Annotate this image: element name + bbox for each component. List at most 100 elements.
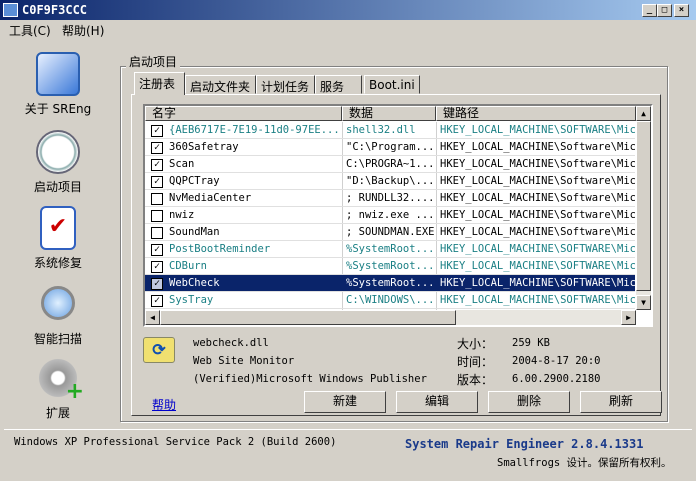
startup-list[interactable]: 名字 数据 键路径 ✓ {AEB6717E-7E19-11d0-97EE... … xyxy=(143,104,653,327)
row-data: shell32.dll xyxy=(346,124,416,136)
table-row[interactable]: ✓ {AEB6717E-7E19-11d0-97EE... shell32.dl… xyxy=(145,122,635,139)
tab-registry[interactable]: 注册表 xyxy=(134,72,185,95)
tab-scheduled-tasks[interactable]: 计划任务 xyxy=(256,75,315,94)
row-name: NvMediaCenter xyxy=(169,192,252,204)
table-row[interactable]: ✓ PostBootReminder %SystemRoot... HKEY_L… xyxy=(145,241,635,258)
sidebar-item-startup[interactable]: 启动项目 xyxy=(18,130,98,195)
column-header-path[interactable]: 键路径 xyxy=(436,106,636,121)
edit-button[interactable]: 编辑 xyxy=(396,391,478,413)
row-path: HKEY_LOCAL_MACHINE\SOFTWARE\Micr xyxy=(440,260,635,272)
row-checkbox[interactable]: ✓ xyxy=(151,295,163,307)
new-button[interactable]: 新建 xyxy=(304,391,386,413)
table-row[interactable]: ✓ Scan C:\PROGRA~1... HKEY_LOCAL_MACHINE… xyxy=(145,156,635,173)
row-path: HKEY_LOCAL_MACHINE\SOFTWARE\Micr xyxy=(440,277,635,289)
sidebar-label: 系统修复 xyxy=(33,256,82,270)
copyright: Smallfrogs 设计。保留所有权利。 xyxy=(497,457,672,469)
os-info: Windows XP Professional Service Pack 2 (… xyxy=(14,436,337,448)
sidebar-label: 关于 SREng xyxy=(24,102,92,116)
time-value: 2004-8-17 20:0 xyxy=(512,355,601,367)
row-data: ; RUNDLL32.... xyxy=(346,192,434,204)
status-divider xyxy=(4,429,692,430)
scroll-left-button[interactable]: ◀ xyxy=(145,310,160,325)
version-value: 6.00.2900.2180 xyxy=(512,373,601,385)
column-header-name[interactable]: 名字 xyxy=(145,106,342,121)
app-icon xyxy=(3,3,18,17)
row-data: C:\WINDOWS\... xyxy=(346,294,434,306)
table-row[interactable]: SoundMan ; SOUNDMAN.EXE HKEY_LOCAL_MACHI… xyxy=(145,224,635,241)
row-path: HKEY_LOCAL_MACHINE\SOFTWARE\Micr xyxy=(440,243,635,255)
sidebar-item-scan[interactable]: 智能扫描 xyxy=(18,282,98,347)
sidebar-item-about[interactable]: 关于 SREng xyxy=(18,52,98,117)
delete-button[interactable]: 删除 xyxy=(488,391,570,413)
minimize-button[interactable]: _ xyxy=(642,4,657,17)
scroll-up-button[interactable]: ▲ xyxy=(636,106,651,121)
detail-publisher: (Verified)Microsoft Windows Publisher xyxy=(193,373,427,385)
row-checkbox[interactable] xyxy=(151,193,163,205)
row-name: Scan xyxy=(169,158,195,170)
table-row[interactable]: ✓ CDBurn %SystemRoot... HKEY_LOCAL_MACHI… xyxy=(145,258,635,275)
row-data: %SystemRoot... xyxy=(346,243,434,255)
tools-icon xyxy=(36,52,80,96)
row-data: %SystemRoot... xyxy=(346,277,434,289)
row-checkbox[interactable]: ✓ xyxy=(151,125,163,137)
row-name: CDBurn xyxy=(169,260,207,272)
row-checkbox[interactable]: ✓ xyxy=(151,142,163,154)
help-link[interactable]: 帮助 xyxy=(152,396,176,413)
row-checkbox[interactable]: ✓ xyxy=(151,244,163,256)
row-name: SoundMan xyxy=(169,226,220,238)
version-label: 版本： xyxy=(457,373,494,387)
window-title: C0F9F3CCC xyxy=(22,3,88,17)
checklist-icon: ✔ xyxy=(40,206,76,250)
magnifier-icon xyxy=(41,286,75,320)
row-checkbox[interactable]: ✓ xyxy=(151,261,163,273)
table-row[interactable]: nwiz ; nwiz.exe ... HKEY_LOCAL_MACHINE\S… xyxy=(145,207,635,224)
row-path: HKEY_LOCAL_MACHINE\Software\Micr xyxy=(440,209,635,221)
gear-plus-icon: + xyxy=(36,356,84,404)
table-row[interactable]: ✓ WebCheck %SystemRoot... HKEY_LOCAL_MAC… xyxy=(145,275,635,292)
row-checkbox[interactable]: ✓ xyxy=(151,159,163,171)
scroll-down-button[interactable]: ▼ xyxy=(636,295,651,310)
row-name: SysTray xyxy=(169,294,214,306)
clock-icon xyxy=(36,130,80,174)
tab-boot-ini[interactable]: Boot.ini xyxy=(364,75,420,94)
tab-services[interactable]: 服务 xyxy=(315,75,362,94)
row-data: ; nwiz.exe ... xyxy=(346,209,434,221)
maximize-button[interactable]: □ xyxy=(657,4,672,17)
row-checkbox[interactable]: ✓ xyxy=(151,278,163,290)
row-path: HKEY_LOCAL_MACHINE\Software\Micr xyxy=(440,141,635,153)
table-row[interactable]: NvMediaCenter ; RUNDLL32.... HKEY_LOCAL_… xyxy=(145,190,635,207)
scroll-right-button[interactable]: ▶ xyxy=(621,310,636,325)
hscroll-thumb[interactable] xyxy=(160,310,456,325)
close-button[interactable]: × xyxy=(674,4,689,17)
column-header-data[interactable]: 数据 xyxy=(342,106,436,121)
vertical-scrollbar[interactable]: ▲ ▼ xyxy=(636,106,651,310)
refresh-button[interactable]: 刷新 xyxy=(580,391,662,413)
row-name: nwiz xyxy=(169,209,195,221)
row-name: WebCheck xyxy=(169,277,220,289)
menu-help[interactable]: 帮助(H) xyxy=(62,22,104,39)
scroll-thumb[interactable] xyxy=(636,121,651,291)
table-row[interactable]: ✓ QQPCTray "D:\Backup\... HKEY_LOCAL_MAC… xyxy=(145,173,635,190)
row-checkbox[interactable] xyxy=(151,227,163,239)
title-bar: C0F9F3CCC xyxy=(0,0,696,20)
horizontal-scrollbar[interactable]: ◀ ▶ xyxy=(145,310,636,325)
table-row[interactable]: ✓ 360Safetray "C:\Program... HKEY_LOCAL_… xyxy=(145,139,635,156)
menu-tools[interactable]: 工具(C) xyxy=(9,22,51,39)
row-data: %SystemRoot... xyxy=(346,260,434,272)
group-title: 启动项目 xyxy=(126,53,181,70)
row-name: {AEB6717E-7E19-11d0-97EE... xyxy=(169,124,339,136)
sidebar-label: 扩展 xyxy=(45,406,70,420)
tab-startup-folder[interactable]: 启动文件夹 xyxy=(185,75,256,94)
sidebar-item-extend[interactable]: + 扩展 xyxy=(18,356,98,421)
row-path: HKEY_LOCAL_MACHINE\SOFTWARE\Micr xyxy=(440,294,635,306)
row-data: "C:\Program... xyxy=(346,141,434,153)
row-data: ; SOUNDMAN.EXE xyxy=(346,226,434,238)
product-name: System Repair Engineer 2.8.4.1331 xyxy=(405,437,644,451)
row-checkbox[interactable] xyxy=(151,210,163,222)
row-path: HKEY_LOCAL_MACHINE\Software\Micr xyxy=(440,226,635,238)
row-data: C:\PROGRA~1... xyxy=(346,158,434,170)
sidebar-item-repair[interactable]: ✔ 系统修复 xyxy=(18,206,98,271)
table-row[interactable]: ✓ SysTray C:\WINDOWS\... HKEY_LOCAL_MACH… xyxy=(145,292,635,309)
row-checkbox[interactable]: ✓ xyxy=(151,176,163,188)
row-path: HKEY_LOCAL_MACHINE\Software\Micr xyxy=(440,158,635,170)
